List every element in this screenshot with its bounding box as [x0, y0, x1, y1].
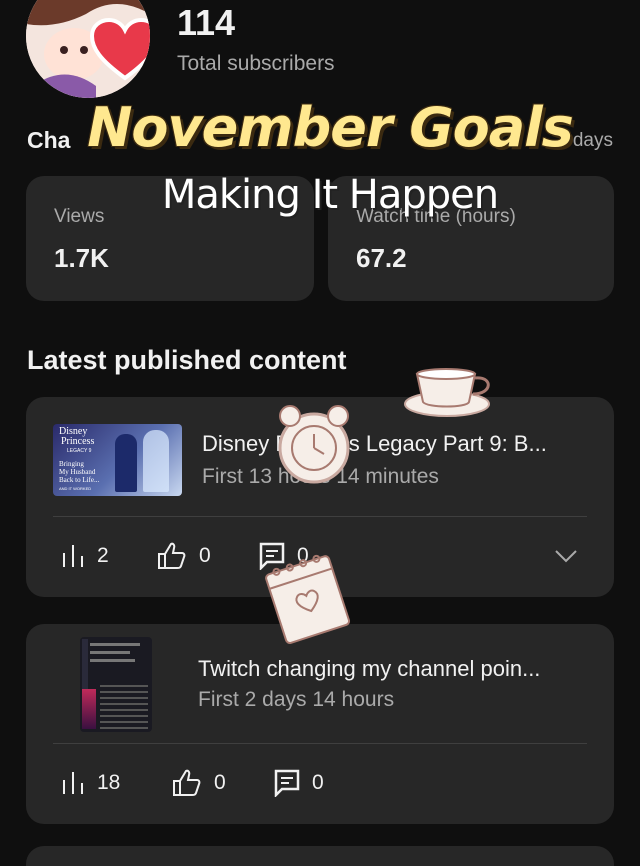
heart-icon — [90, 18, 150, 81]
thumb-line1: Princess — [61, 436, 95, 447]
alarm-clock-sticker-icon — [278, 405, 350, 484]
thumb-line2: LEGACY 9 — [67, 448, 92, 454]
views-count: 18 — [97, 771, 121, 794]
video-title[interactable]: Twitch changing my channel poin... — [198, 656, 540, 682]
video-thumbnail[interactable] — [80, 637, 152, 732]
channel-avatar[interactable] — [26, 0, 150, 98]
views-metric: 2 — [61, 544, 109, 568]
likes-count: 0 — [214, 771, 226, 794]
analytics-heading: Cha — [27, 127, 71, 153]
overlay-title: November Goals — [87, 96, 574, 159]
coffee-cup-sticker-icon — [404, 368, 490, 417]
thumb-caption1: Bringing — [59, 460, 84, 468]
video-card[interactable]: Twitch changing my channel poin... First… — [26, 624, 614, 824]
thumb-line — [90, 659, 135, 662]
thumb-caption3: Back to Life... — [59, 476, 100, 484]
chevron-down-icon[interactable] — [554, 549, 578, 563]
card-divider — [53, 516, 587, 517]
views-count: 2 — [97, 544, 109, 567]
thumb-line — [90, 643, 140, 646]
calendar-heart-sticker-icon — [265, 554, 351, 644]
video-thumbnail[interactable]: Disney Princess LEGACY 9 Bringing My Hus… — [53, 424, 182, 496]
likes-metric: 0 — [157, 542, 211, 570]
bar-chart-icon — [63, 545, 83, 567]
comments-count: 0 — [312, 771, 324, 794]
thumb-caption4: AND IT WORKED — [59, 486, 92, 491]
thumb-accent — [82, 689, 96, 729]
thumbs-up-icon — [158, 542, 186, 569]
subscriber-label: Total subscribers — [177, 52, 335, 75]
video-subtitle: First 2 days 14 hours — [198, 688, 395, 711]
card-divider — [53, 743, 587, 744]
comment-icon — [274, 769, 300, 797]
bar-chart-icon — [63, 772, 83, 794]
video-title[interactable]: Disney Princess Legacy Part 9: B... — [202, 431, 547, 457]
likes-metric: 0 — [172, 769, 226, 797]
watch-time-value: 67.2 — [356, 243, 407, 273]
thumbs-up-icon — [173, 769, 201, 796]
views-value: 1.7K — [54, 243, 109, 273]
thumb-caption2: My Husband — [59, 468, 96, 476]
thumb-list — [100, 681, 148, 729]
latest-content-heading: Latest published content — [27, 345, 347, 375]
views-metric: 18 — [61, 771, 120, 795]
likes-count: 0 — [199, 544, 211, 567]
comments-metric: 0 — [274, 769, 324, 797]
thumb-figure — [115, 434, 137, 492]
subscriber-count: 114 — [177, 2, 236, 43]
next-video-card[interactable] — [26, 846, 614, 866]
thumb-line — [90, 651, 130, 654]
thumb-ghost-figure — [143, 430, 169, 492]
overlay-subtitle: Making It Happen — [161, 172, 499, 218]
